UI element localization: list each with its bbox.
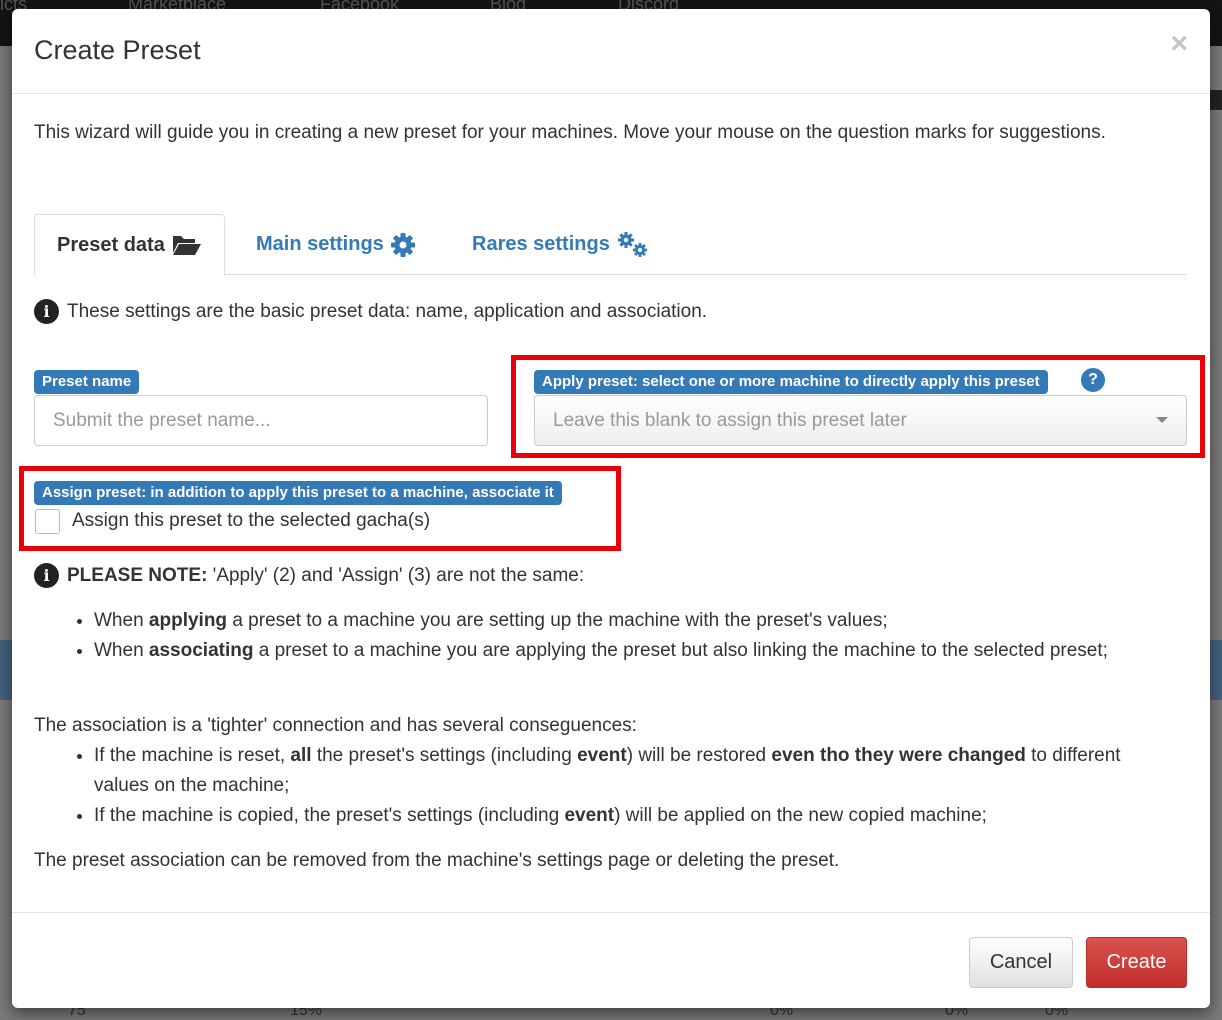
tab-main-settings[interactable]: Main settings bbox=[234, 214, 438, 275]
info-text: These settings are the basic preset data… bbox=[67, 300, 708, 322]
tab-preset-data[interactable]: Preset data bbox=[34, 214, 225, 276]
select-placeholder: Leave this blank to assign this preset l… bbox=[553, 409, 907, 431]
text-part: If the machine is copied, the preset's s… bbox=[94, 805, 565, 826]
tab-label: Preset data bbox=[57, 233, 165, 256]
text-part: the preset's settings (including bbox=[311, 745, 578, 766]
caret-down-icon bbox=[1156, 417, 1168, 423]
apply-preset-select[interactable]: Leave this blank to assign this preset l… bbox=[534, 395, 1187, 446]
background-bottom-row: 75 15% 0% 0% 0% bbox=[0, 1002, 1222, 1020]
text-bold: even tho they were changed bbox=[771, 745, 1026, 766]
modal-title: Create Preset bbox=[34, 35, 201, 65]
text-bold: event bbox=[577, 745, 627, 766]
info-icon: i bbox=[34, 299, 59, 324]
gears-icon bbox=[617, 231, 647, 257]
preset-name-label: Preset name bbox=[34, 370, 140, 394]
modal-footer: Cancel Create bbox=[12, 912, 1210, 1008]
note-text: PLEASE NOTE: 'Apply' (2) and 'Assign' (3… bbox=[67, 565, 584, 587]
tab-rares-settings[interactable]: Rares settings bbox=[450, 214, 672, 275]
list-item: If the machine is copied, the preset's s… bbox=[94, 801, 1174, 831]
info-line: i These settings are the basic preset da… bbox=[34, 299, 707, 324]
gear-icon bbox=[390, 232, 415, 257]
text-bold: applying bbox=[148, 610, 228, 631]
preset-name-input[interactable] bbox=[34, 395, 488, 446]
folder-open-icon bbox=[172, 236, 201, 255]
note-line: i PLEASE NOTE: 'Apply' (2) and 'Assign' … bbox=[34, 563, 584, 588]
tab-label: Rares settings bbox=[472, 233, 610, 255]
text-part: When bbox=[94, 610, 149, 631]
note-body: 'Apply' (2) and 'Assign' (3) are not the… bbox=[207, 564, 585, 586]
text-bold: event bbox=[564, 805, 615, 826]
highlight-box-assign bbox=[19, 466, 621, 551]
background-widget bbox=[1210, 90, 1222, 110]
intro-text: This wizard will guide you in creating a… bbox=[34, 122, 1106, 143]
text-bold: all bbox=[290, 745, 312, 766]
list-item: When applying a preset to a machine you … bbox=[94, 606, 1174, 636]
tab-bar: Preset data Main settings Rares settings bbox=[34, 214, 1187, 276]
note-title: PLEASE NOTE: bbox=[67, 564, 208, 586]
help-icon[interactable]: ? bbox=[1081, 368, 1105, 392]
association-intro: The association is a 'tighter' connectio… bbox=[34, 715, 637, 736]
text-part: When bbox=[94, 640, 149, 661]
cancel-button[interactable]: Cancel bbox=[969, 937, 1073, 988]
text-bold: associating bbox=[148, 640, 254, 661]
list-item: When associating a preset to a machine y… bbox=[94, 636, 1174, 666]
assign-preset-checkbox-label[interactable]: Assign this preset to the selected gacha… bbox=[72, 510, 430, 532]
assign-preset-label: Assign preset: in addition to apply this… bbox=[34, 481, 562, 505]
association-list: If the machine is reset, all the preset'… bbox=[94, 741, 1174, 831]
create-preset-modal: Create Preset × This wizard will guide y… bbox=[12, 9, 1210, 1008]
association-footer-text: The preset association can be removed fr… bbox=[34, 850, 840, 871]
note-list: When applying a preset to a machine you … bbox=[94, 606, 1174, 666]
text-part: a preset to a machine you are applying t… bbox=[253, 640, 1108, 661]
apply-preset-label: Apply preset: select one or more machine… bbox=[534, 370, 1048, 394]
text-part: a preset to a machine you are setting up… bbox=[227, 610, 888, 631]
close-icon[interactable]: × bbox=[1170, 29, 1188, 59]
text-part: ) will be restored bbox=[626, 745, 772, 766]
modal-header: Create Preset × bbox=[12, 9, 1210, 94]
list-item: If the machine is reset, all the preset'… bbox=[94, 741, 1174, 801]
text-part: ) will be applied on the new copied mach… bbox=[614, 805, 987, 826]
text-part: If the machine is reset, bbox=[94, 745, 291, 766]
assign-preset-checkbox[interactable] bbox=[35, 509, 60, 534]
create-button[interactable]: Create bbox=[1086, 937, 1187, 988]
tab-label: Main settings bbox=[256, 233, 384, 255]
info-icon: i bbox=[34, 563, 59, 588]
